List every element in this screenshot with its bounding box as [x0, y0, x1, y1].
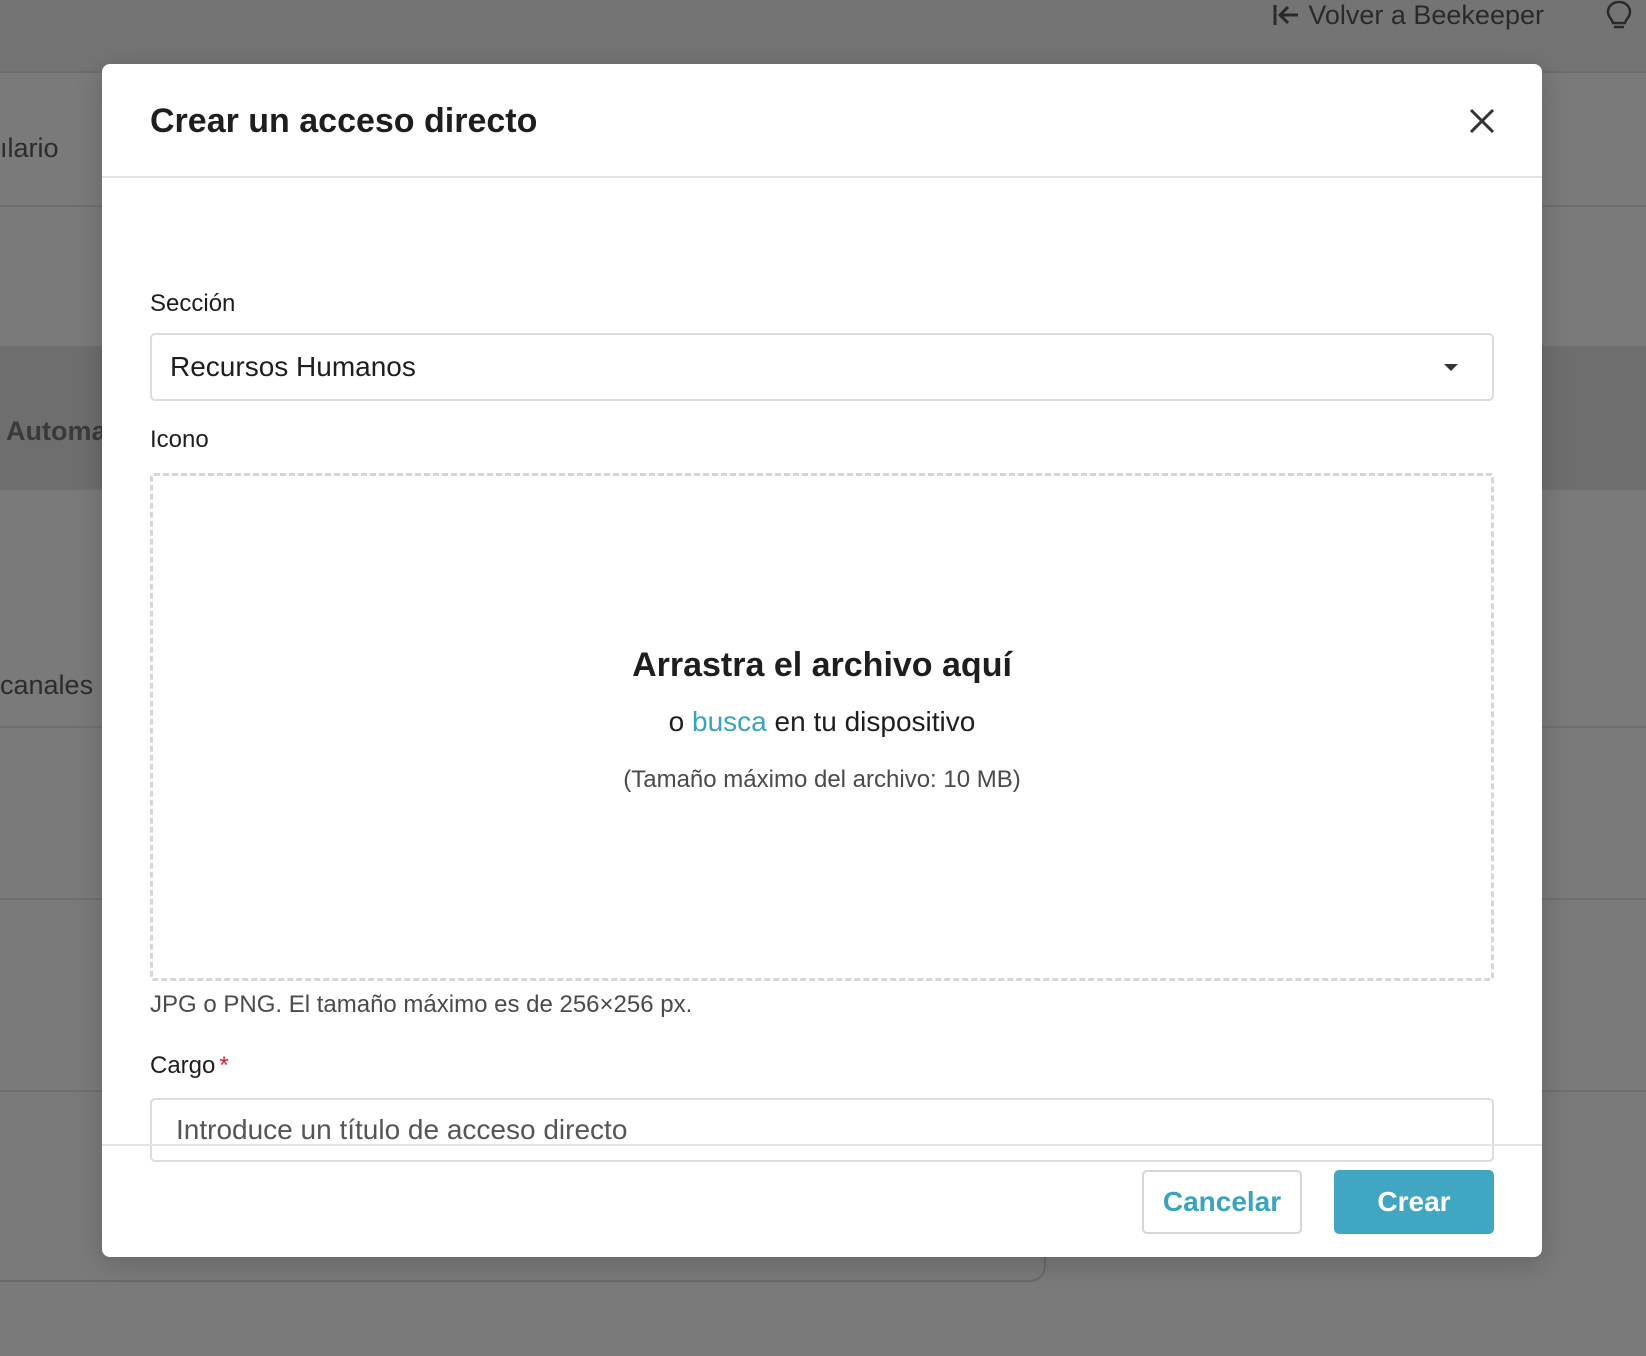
- dropzone-subtitle: o busca en tu dispositivo: [153, 706, 1491, 738]
- max-size-note: (Tamaño máximo del archivo: 10 MB): [623, 766, 1021, 793]
- cargo-label-text: Cargo: [150, 1052, 216, 1079]
- icon-help-text: JPG o PNG. El tamaño máximo es de 256×25…: [150, 991, 693, 1018]
- close-icon: [1468, 107, 1496, 138]
- background-topbar: Volver a Beekeeper: [0, 0, 1646, 73]
- create-shortcut-modal: Crear un acceso directo Sección Recursos…: [102, 64, 1542, 1257]
- modal-title: Crear un acceso directo: [150, 102, 538, 140]
- caret-down-icon: [1444, 363, 1458, 371]
- background-partial-text: ılario: [0, 133, 59, 163]
- dropzone-suffix: en tu dispositivo: [774, 706, 976, 737]
- dropzone-prefix: o: [668, 706, 685, 737]
- lightbulb-icon[interactable]: [1606, 0, 1632, 37]
- background-partial-text: Automa: [6, 416, 107, 446]
- back-link-label: Volver a Beekeeper: [1308, 0, 1544, 30]
- browse-link[interactable]: busca: [692, 706, 767, 737]
- modal-header: Crear un acceso directo: [102, 64, 1542, 178]
- cancel-button[interactable]: Cancelar: [1142, 1170, 1302, 1234]
- close-button[interactable]: [1462, 102, 1502, 142]
- section-selected-value: Recursos Humanos: [170, 351, 416, 382]
- back-to-beekeeper-link[interactable]: Volver a Beekeeper: [1272, 0, 1544, 30]
- section-select[interactable]: Recursos Humanos: [150, 333, 1494, 401]
- modal-footer: Cancelar Crear: [102, 1144, 1542, 1257]
- section-label: Sección: [150, 290, 236, 317]
- required-indicator: *: [219, 1052, 229, 1079]
- background-partial-text: canales p: [0, 670, 116, 700]
- icon-label: Icono: [150, 426, 209, 453]
- page: Volver a Beekeeper ılario Automa canales…: [0, 0, 1646, 1356]
- back-arrow-icon: [1272, 2, 1300, 28]
- cargo-label: Cargo *: [150, 1052, 229, 1080]
- dropzone-title: Arrastra el archivo aquí: [632, 646, 1012, 684]
- create-button[interactable]: Crear: [1334, 1170, 1494, 1234]
- icon-dropzone[interactable]: Arrastra el archivo aquí o busca en tu d…: [150, 473, 1494, 981]
